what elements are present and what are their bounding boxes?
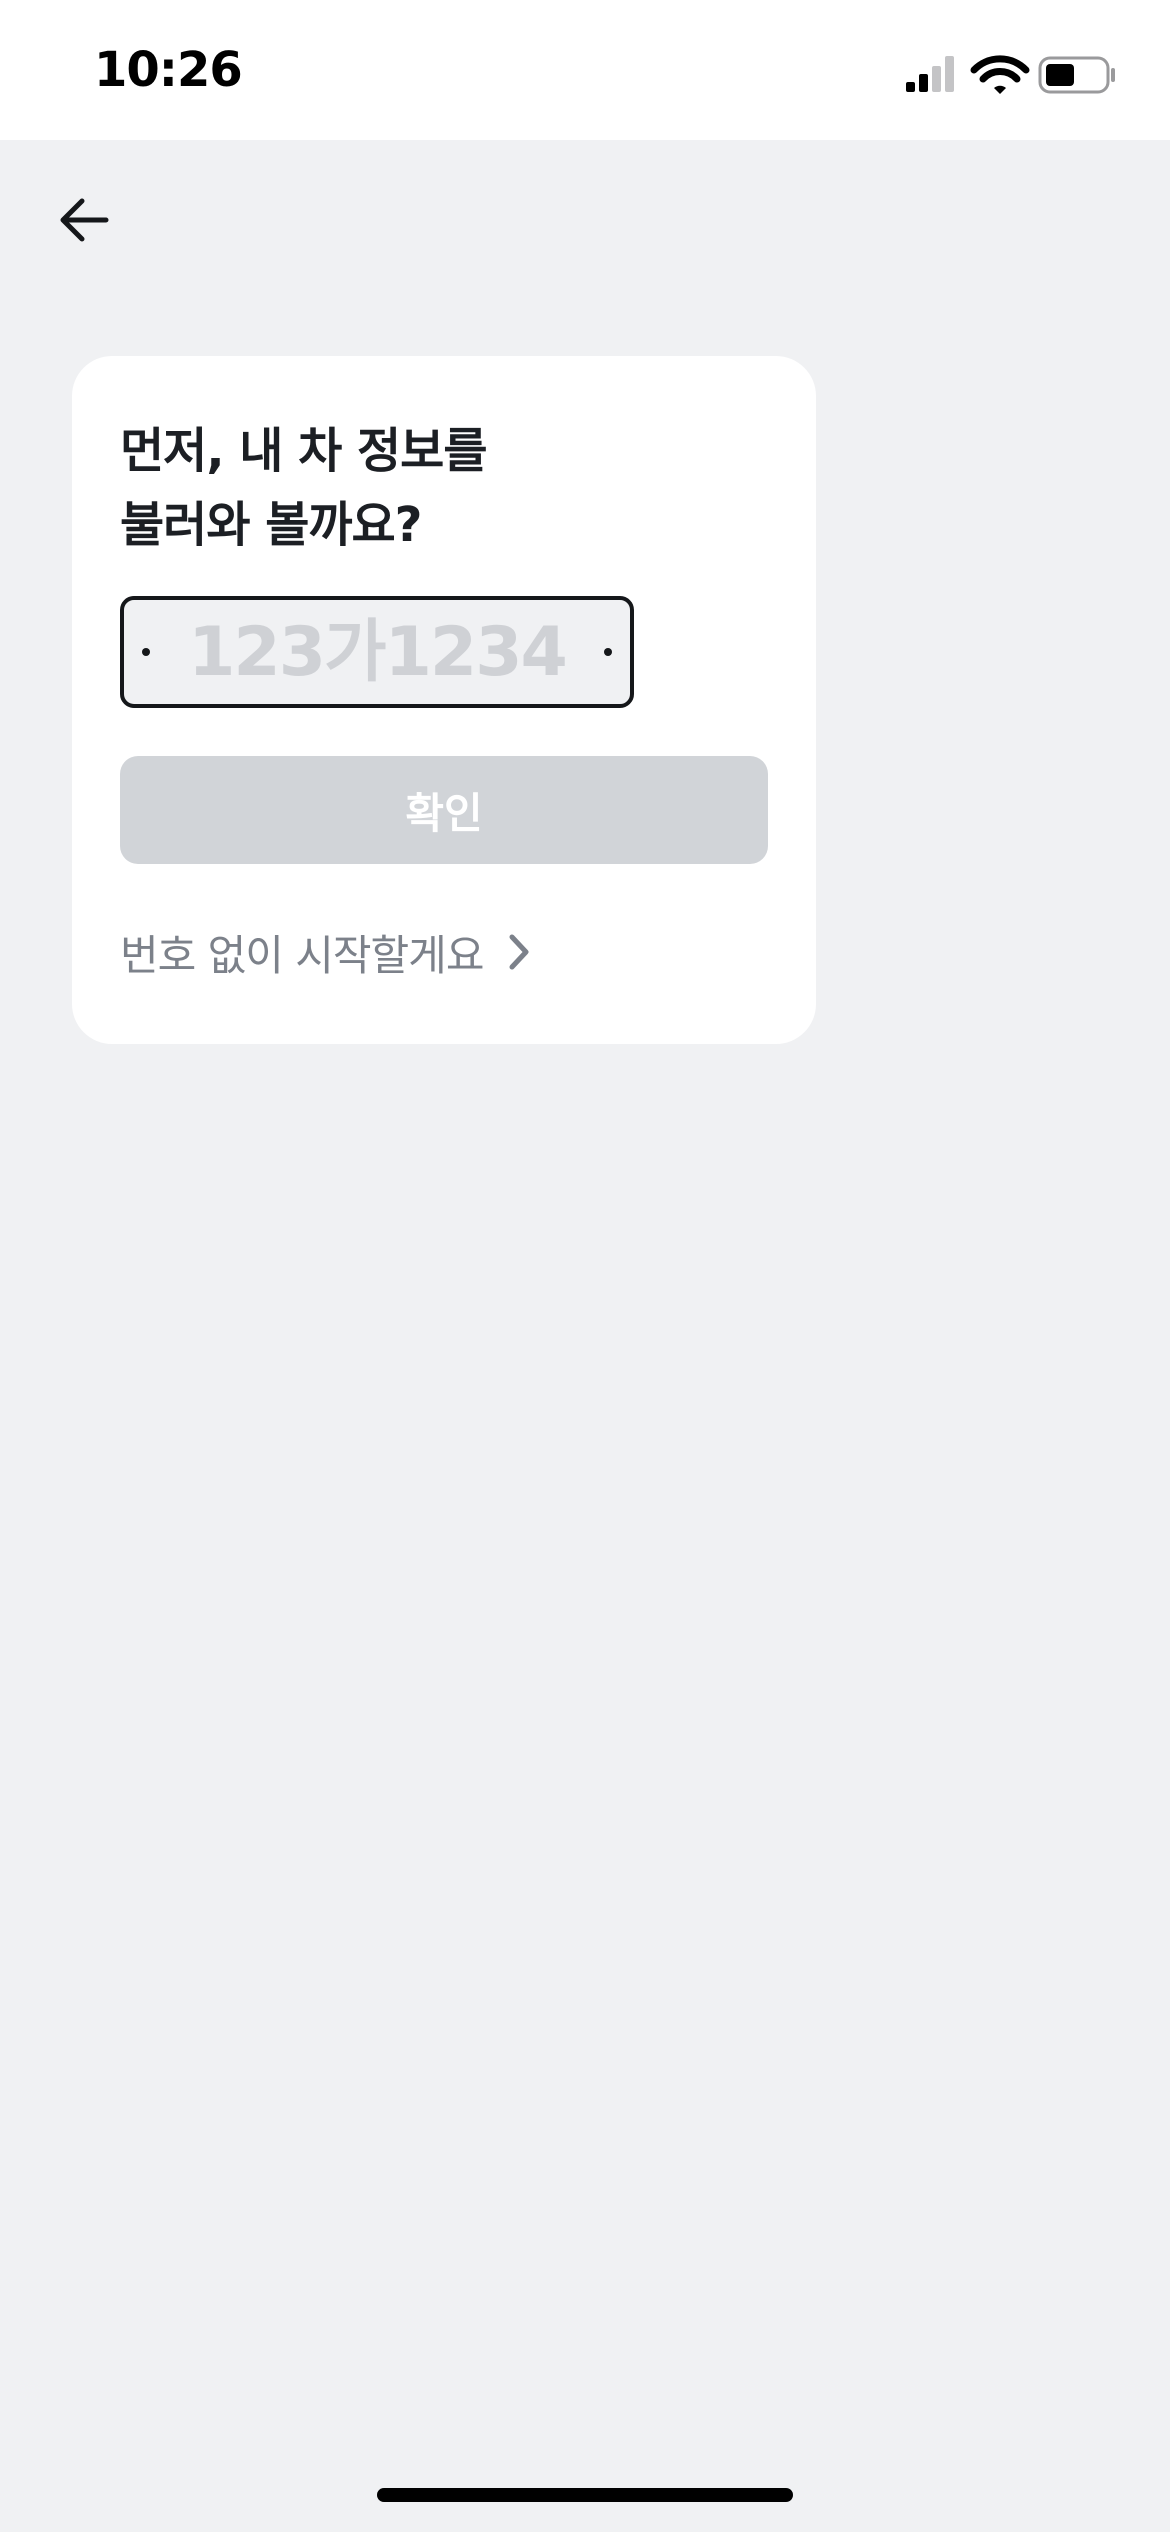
wifi-icon — [970, 55, 1030, 94]
back-button[interactable] — [44, 180, 124, 260]
confirm-button[interactable]: 확인 — [120, 756, 768, 864]
skip-label: 번호 없이 시작할게요 — [120, 930, 484, 980]
car-info-card: 먼저, 내 차 정보를 불러와 볼까요? 확인 번호 없이 시작할게요 — [72, 356, 816, 1044]
plate-bolt-left — [142, 648, 150, 656]
cellular-signal-icon — [906, 56, 954, 92]
chevron-right-icon — [507, 932, 531, 972]
page-title: 먼저, 내 차 정보를 불러와 볼까요? — [120, 414, 760, 562]
status-icons — [870, 0, 1170, 140]
license-plate-input[interactable] — [174, 600, 580, 704]
status-time: 10:26 — [94, 42, 243, 98]
title-line-2: 불러와 볼까요? — [120, 497, 423, 553]
license-plate-field[interactable] — [120, 596, 634, 708]
plate-bolt-right — [604, 648, 612, 656]
home-indicator — [377, 2488, 793, 2502]
start-without-number-link[interactable]: 번호 없이 시작할게요 — [120, 912, 531, 992]
arrow-left-icon — [60, 198, 109, 242]
title-line-1: 먼저, 내 차 정보를 — [120, 423, 488, 479]
battery-icon — [1038, 56, 1115, 94]
status-bar: 10:26 — [0, 0, 1170, 140]
